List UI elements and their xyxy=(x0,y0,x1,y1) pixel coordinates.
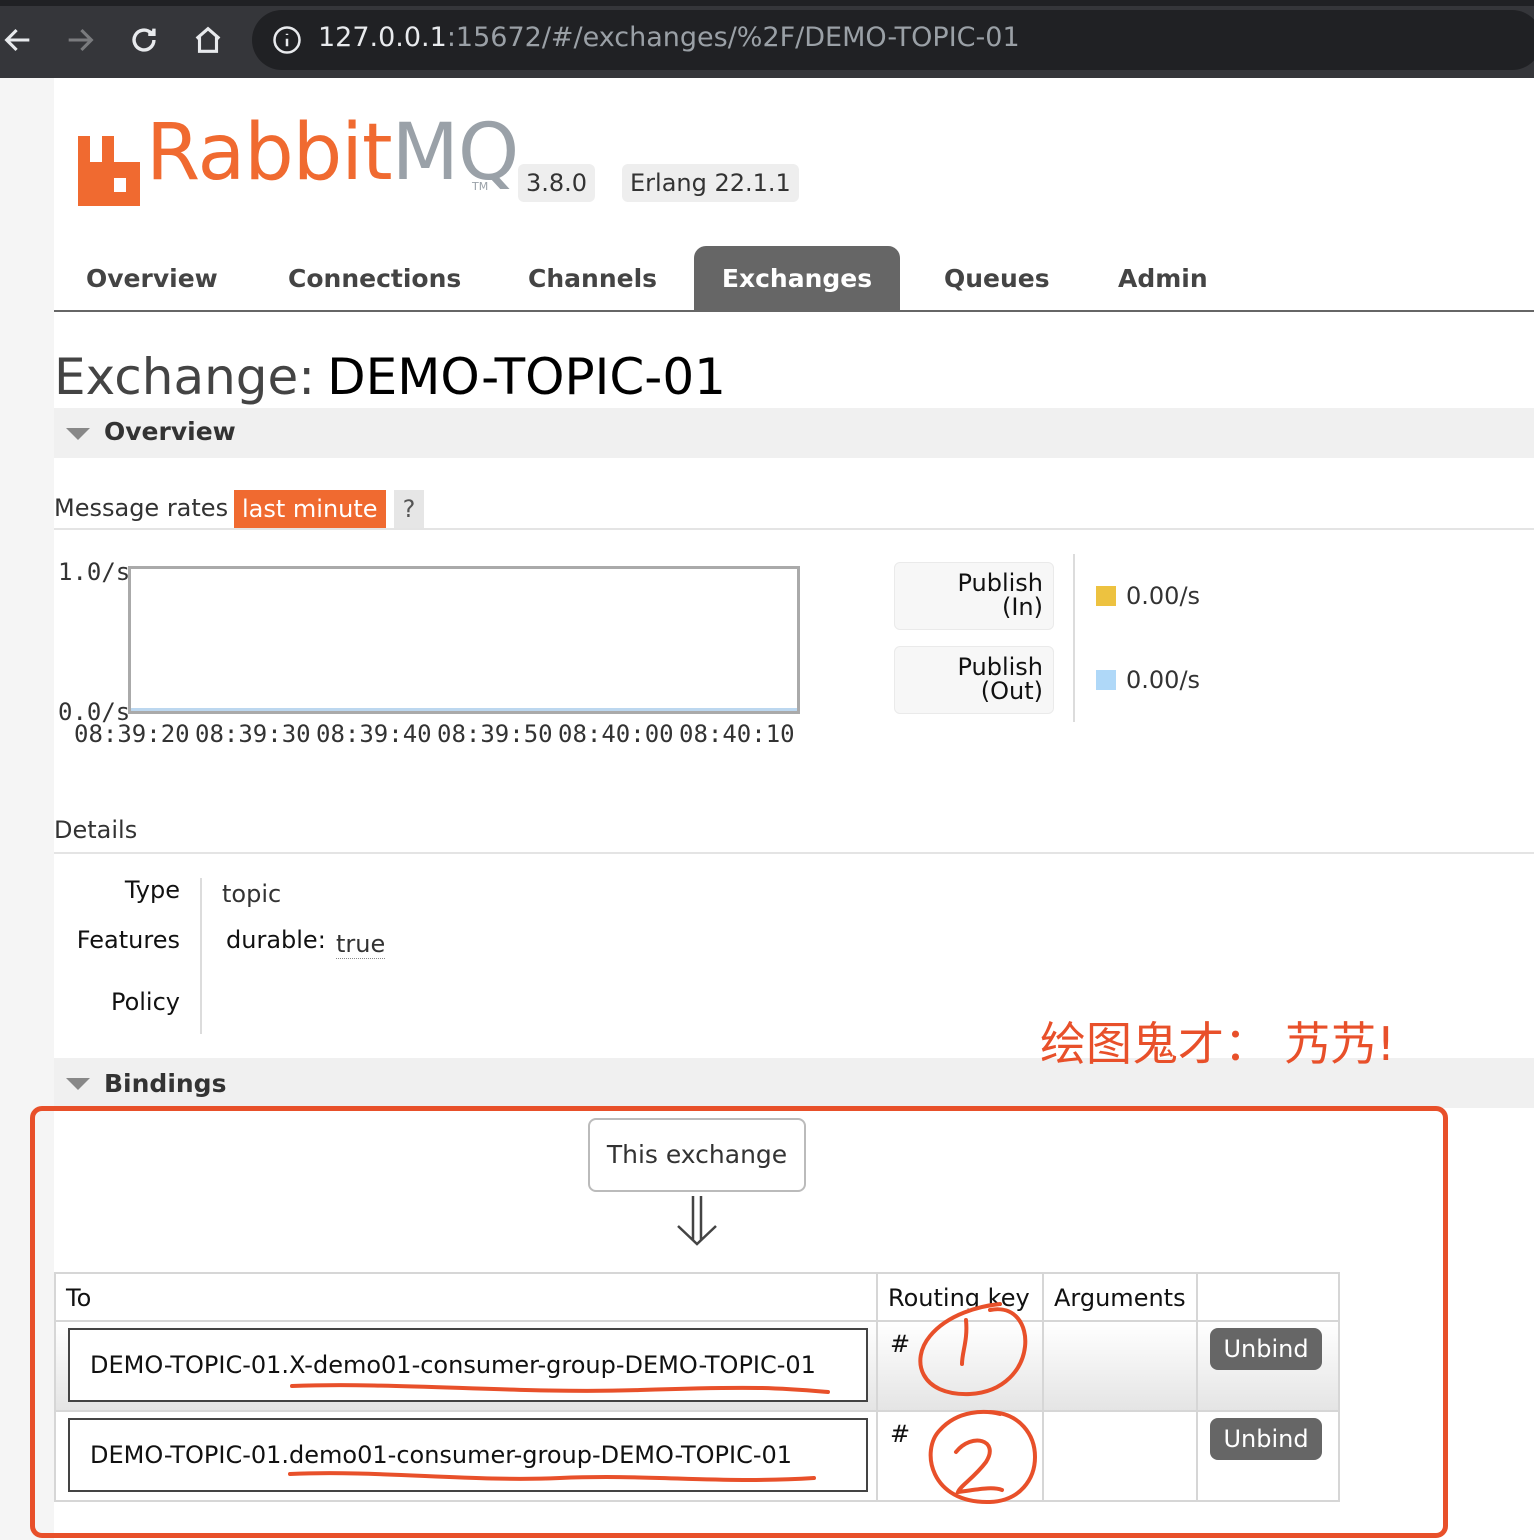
rates-range-selector[interactable]: last minute xyxy=(234,490,386,528)
logo-trademark: TM xyxy=(472,180,489,193)
legend-label: (In) xyxy=(1001,593,1043,621)
column-header-routing-key: Routing key xyxy=(888,1284,1030,1312)
column-header-arguments: Arguments xyxy=(1054,1284,1186,1312)
version-badge: 3.8.0 xyxy=(518,164,596,202)
url-host: 127.0.0.1 xyxy=(318,22,447,53)
detail-durable-value: true xyxy=(336,930,386,959)
swatch-out xyxy=(1096,670,1116,690)
page-title-prefix: Exchange: xyxy=(54,348,316,406)
row-divider xyxy=(56,1320,1338,1322)
legend-publish-out[interactable]: Publish (Out) xyxy=(894,646,1054,714)
detail-value-type: topic xyxy=(222,880,282,908)
x-tick-label: 08:40:10 xyxy=(679,720,795,748)
legend-publish-in[interactable]: Publish (In) xyxy=(894,562,1054,630)
overview-section-header[interactable]: Overview xyxy=(54,408,1534,458)
tab-strip-edge xyxy=(0,0,1534,6)
detail-key-type: Type xyxy=(124,876,180,904)
chart-plot-area xyxy=(128,566,800,714)
column-divider xyxy=(876,1274,878,1500)
x-tick-label: 08:39:30 xyxy=(195,720,311,748)
x-tick-label: 08:39:40 xyxy=(316,720,432,748)
binding-destination-link[interactable]: DEMO-TOPIC-01.X-demo01-consumer-group-DE… xyxy=(68,1328,868,1402)
exchange-name: DEMO-TOPIC-01 xyxy=(327,348,726,406)
message-rates-label: Message rates xyxy=(54,494,229,522)
left-margin xyxy=(0,78,54,1540)
reload-icon[interactable] xyxy=(122,18,166,62)
tab-channels[interactable]: Channels xyxy=(528,246,657,310)
annotation-caption: 绘图鬼才： 艿艿! xyxy=(1040,1017,1396,1071)
detail-key-features: Features xyxy=(76,926,180,954)
double-down-arrow-icon xyxy=(677,1196,717,1246)
collapse-triangle-icon xyxy=(66,1078,90,1090)
legend-label: (Out) xyxy=(980,677,1043,705)
series-line xyxy=(131,708,797,711)
y-tick-label: 1.0/s xyxy=(58,558,131,586)
message-rates-chart: 1.0/s 0.0/s 08:39:20 08:39:30 08:39:40 08:3… xyxy=(54,548,814,758)
browser-toolbar: 127.0.0.1:15672/#/exchanges/%2F/DEMO-TOP… xyxy=(0,0,1534,78)
home-icon[interactable] xyxy=(186,18,230,62)
swatch-in xyxy=(1096,586,1116,606)
logo-text: RabbitMQ xyxy=(146,108,519,198)
info-icon[interactable] xyxy=(272,25,302,55)
page-title: Exchange: DEMO-TOPIC-01 xyxy=(54,348,726,406)
rabbitmq-logo[interactable]: RabbitMQ TM xyxy=(78,108,519,208)
routing-key-value: # xyxy=(890,1330,911,1358)
x-tick-label: 08:40:00 xyxy=(558,720,674,748)
message-rates-row: Message rates last minute ? xyxy=(54,488,1534,530)
rabbitmq-logo-icon xyxy=(78,136,140,206)
back-icon[interactable] xyxy=(0,18,40,62)
legend-value-out: 0.00/s xyxy=(1096,666,1200,694)
bindings-section-label: Bindings xyxy=(104,1069,227,1098)
legend-value-in: 0.00/s xyxy=(1096,582,1200,610)
main-nav-tabs: Overview Connections Channels Exchanges … xyxy=(54,246,1534,312)
x-tick-label: 08:39:50 xyxy=(437,720,553,748)
forward-icon[interactable] xyxy=(58,18,102,62)
column-header-to: To xyxy=(66,1284,92,1312)
routing-key-value: # xyxy=(890,1420,911,1448)
tab-connections[interactable]: Connections xyxy=(288,246,461,310)
collapse-triangle-icon xyxy=(66,428,90,440)
address-bar[interactable]: 127.0.0.1:15672/#/exchanges/%2F/DEMO-TOP… xyxy=(252,10,1534,70)
this-exchange-box: This exchange xyxy=(588,1118,806,1192)
url-text[interactable]: 127.0.0.1:15672/#/exchanges/%2F/DEMO-TOP… xyxy=(318,22,1020,53)
details-heading: Details xyxy=(54,816,1534,854)
help-button[interactable]: ? xyxy=(394,490,424,528)
column-divider xyxy=(1196,1274,1198,1500)
row-divider xyxy=(56,1410,1338,1412)
unbind-button[interactable]: Unbind xyxy=(1210,1418,1322,1460)
legend-label: Publish xyxy=(957,653,1043,681)
legend-label: Publish xyxy=(957,569,1043,597)
bindings-table: To Routing key Arguments DEMO-TOPIC-01.X… xyxy=(54,1272,1340,1502)
tab-queues[interactable]: Queues xyxy=(944,246,1050,310)
erlang-version-badge: Erlang 22.1.1 xyxy=(622,164,799,202)
overview-section-label: Overview xyxy=(104,417,236,446)
tab-admin[interactable]: Admin xyxy=(1118,246,1208,310)
details-divider xyxy=(200,878,202,1034)
detail-key-policy: Policy xyxy=(110,988,180,1016)
legend-divider xyxy=(1073,554,1075,722)
url-path: :15672/#/exchanges/%2F/DEMO-TOPIC-01 xyxy=(446,22,1020,53)
x-tick-label: 08:39:20 xyxy=(74,720,190,748)
detail-durable-key: durable: xyxy=(226,926,326,954)
column-divider xyxy=(1042,1274,1044,1500)
tab-exchanges[interactable]: Exchanges xyxy=(694,246,900,310)
binding-destination-link[interactable]: DEMO-TOPIC-01.demo01-consumer-group-DEMO… xyxy=(68,1418,868,1492)
unbind-button[interactable]: Unbind xyxy=(1210,1328,1322,1370)
tab-overview[interactable]: Overview xyxy=(86,246,218,310)
